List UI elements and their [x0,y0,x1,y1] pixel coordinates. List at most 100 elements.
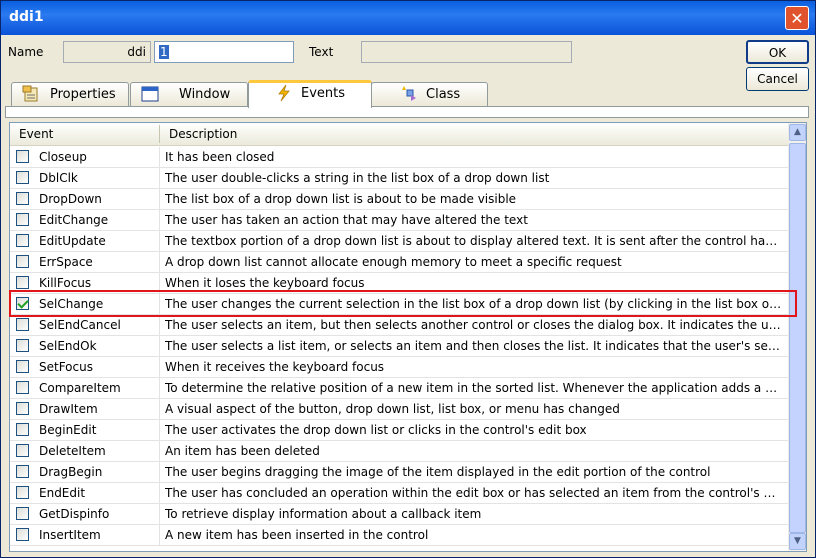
close-button[interactable]: ✕ [785,6,809,30]
list-item[interactable]: SelEndCancel The user selects an item, bu… [10,315,788,336]
event-checkbox[interactable] [16,507,29,520]
event-checkbox[interactable] [16,192,29,205]
event-name: GetDispinfo [39,507,110,521]
list-item[interactable]: DragBegin The user begins dragging the im… [10,462,788,483]
list-item[interactable]: DblClk The user double-clicks a string in… [10,168,788,189]
event-description: The list box of a drop down list is abou… [165,192,517,206]
event-checkbox[interactable] [16,339,29,352]
title-bar[interactable]: ddi1 ✕ [1,1,815,35]
row-column-divider [159,504,160,524]
event-name: SelEndOk [39,339,97,353]
event-name: EditUpdate [39,234,106,248]
name-input[interactable]: 1 [154,41,294,63]
event-name: SelEndCancel [39,318,121,332]
list-item[interactable]: SelEndOk The user selects a list item, or… [10,336,788,357]
event-description: The textbox portion of a drop down list … [165,234,783,248]
event-description: The user begins dragging the image of th… [165,465,711,479]
cancel-button[interactable]: Cancel [746,67,809,91]
event-checkbox[interactable] [16,402,29,415]
class-icon [400,85,418,103]
row-column-divider [159,315,160,335]
list-item[interactable]: EditUpdate The textbox portion of a drop … [10,231,788,252]
text-input[interactable] [361,41,572,63]
list-item[interactable]: SetFocus When it receives the keyboard fo… [10,357,788,378]
event-checkbox[interactable] [16,150,29,163]
event-name: DropDown [39,192,102,206]
events-list[interactable]: Event Description Closeup It has been clo… [9,122,807,552]
event-checkbox[interactable] [16,234,29,247]
properties-icon [22,85,40,103]
ok-button[interactable]: OK [746,40,809,64]
event-checkbox[interactable] [16,423,29,436]
list-item[interactable]: ErrSpace A drop down list cannot allocate… [10,252,788,273]
tab-properties[interactable]: Properties [11,82,129,106]
event-name: BeginEdit [39,423,97,437]
list-item[interactable]: DrawItem A visual aspect of the button, d… [10,399,788,420]
scroll-thumb[interactable] [789,143,806,533]
list-item[interactable]: DeleteItem An item has been deleted [10,441,788,462]
list-item[interactable]: InsertItem A new item has been inserted i… [10,525,788,546]
row-column-divider [159,357,160,377]
event-checkbox[interactable] [16,213,29,226]
event-description: A drop down list cannot allocate enough … [165,255,622,269]
name-prefix-text: ddi [127,45,146,59]
event-description: The user selects a list item, or selects… [165,339,783,353]
event-checkbox[interactable] [16,255,29,268]
event-checkbox[interactable] [16,360,29,373]
event-checkbox[interactable] [16,444,29,457]
lightning-icon [275,84,293,102]
list-item[interactable]: EditChange The user has taken an action t… [10,210,788,231]
scroll-up-button[interactable]: ▲ [789,124,806,141]
event-name: ErrSpace [39,255,93,269]
column-header-description[interactable]: Description [169,127,237,141]
event-description: To determine the relative position of a … [165,381,783,395]
column-header-event[interactable]: Event [19,127,53,141]
event-name: CompareItem [39,381,121,395]
row-column-divider [159,483,160,503]
event-description: The user has taken an action that may ha… [165,213,528,227]
event-description: An item has been deleted [165,444,320,458]
event-checkbox[interactable] [16,318,29,331]
scroll-down-button[interactable]: ▼ [789,533,806,550]
event-name: InsertItem [39,528,101,542]
event-checkbox[interactable] [16,171,29,184]
tab-panel [5,106,809,118]
list-header: Event Description [10,123,788,146]
window-title: ddi1 [9,9,44,25]
list-item[interactable]: GetDispinfo To retrieve display informati… [10,504,788,525]
selchange-highlight-box [9,290,797,317]
tab-window-label: Window [179,87,231,102]
event-checkbox[interactable] [16,465,29,478]
list-item[interactable]: BeginEdit The user activates the drop dow… [10,420,788,441]
row-column-divider [159,378,160,398]
name-label: Name [8,45,44,59]
event-description: When it loses the keyboard focus [165,276,365,290]
event-description: The user selects an item, but then selec… [165,318,783,332]
tab-events-label: Events [301,86,346,101]
tab-class[interactable]: Class [371,82,488,106]
tab-class-label: Class [426,87,461,102]
event-name: DeleteItem [39,444,106,458]
row-column-divider [159,147,160,167]
list-item[interactable]: Closeup It has been closed [10,147,788,168]
name-input-value: 1 [159,45,169,59]
row-column-divider [159,231,160,251]
event-checkbox[interactable] [16,486,29,499]
window-icon [141,85,159,103]
tab-events[interactable]: Events [248,80,372,108]
list-item[interactable]: EndEdit The user has concluded an operati… [10,483,788,504]
tab-window[interactable]: Window [130,82,248,106]
row-column-divider [159,441,160,461]
event-checkbox[interactable] [16,528,29,541]
event-checkbox[interactable] [16,381,29,394]
row-column-divider [159,210,160,230]
row-column-divider [159,525,160,545]
event-description: When it receives the keyboard focus [165,360,385,374]
event-description: The user activates the drop down list or… [165,423,587,437]
list-item[interactable]: CompareItem To determine the relative pos… [10,378,788,399]
list-item[interactable]: DropDown The list box of a drop down list… [10,189,788,210]
vertical-scrollbar[interactable]: ▲ ▼ [788,123,806,551]
dialog-window: ddi1 ✕ Name ddi 1 Text OK Cancel Propert… [0,0,816,558]
event-checkbox[interactable] [16,276,29,289]
column-divider[interactable] [159,125,160,143]
